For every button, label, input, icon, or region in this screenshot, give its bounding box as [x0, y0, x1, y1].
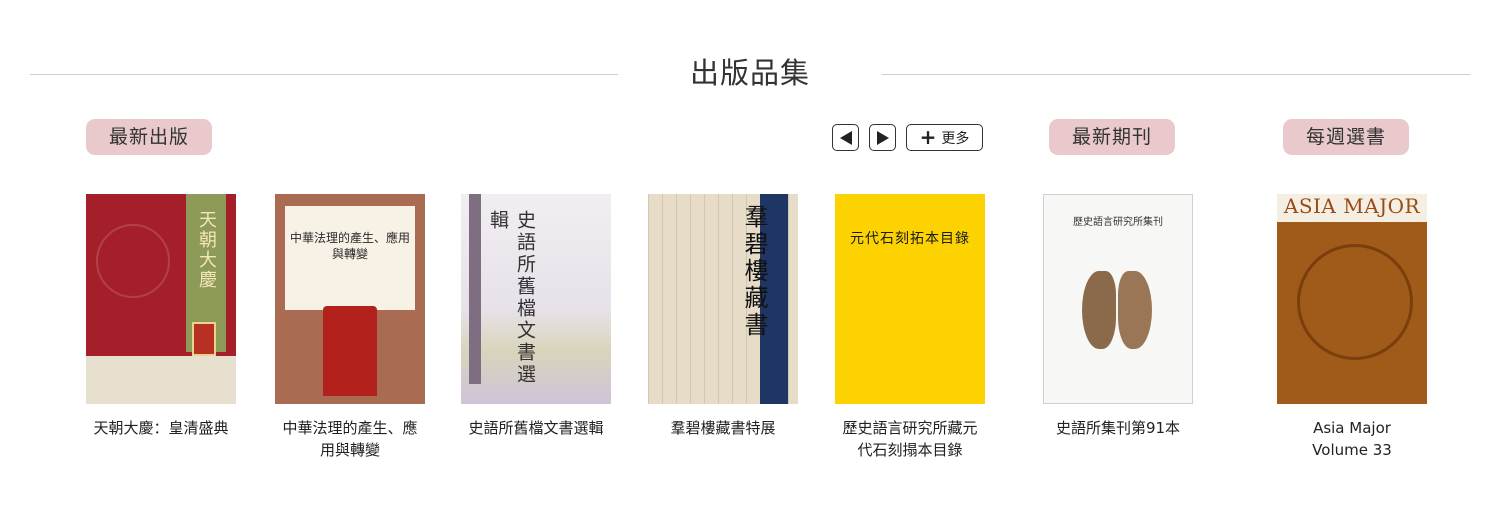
cover-spine: [469, 194, 481, 384]
cover-chair-image: [323, 306, 377, 396]
cover-title: 元代石刻拓本目錄: [850, 231, 970, 247]
book-caption-2[interactable]: 中華法理的產生、應用與轉變: [265, 417, 435, 461]
book-cover-4[interactable]: 羣碧樓藏書: [648, 194, 798, 404]
cover-pattern: [96, 224, 170, 298]
cover-title: 中華法理的產生、應用與轉變: [289, 231, 410, 261]
cover-title: 歷史語言研究所集刊: [1073, 217, 1163, 228]
journal-caption[interactable]: 史語所集刊第91本: [1033, 417, 1203, 439]
prev-button[interactable]: [832, 124, 859, 151]
next-button[interactable]: [869, 124, 896, 151]
plus-icon: +: [919, 124, 937, 149]
oracle-bone-image: [1082, 271, 1116, 349]
book-caption-5[interactable]: 歷史語言研究所藏元代石刻搨本目錄: [825, 417, 995, 461]
book-cover-3[interactable]: 史語所舊檔文書選輯: [461, 194, 611, 404]
book-cover-5[interactable]: 元代石刻拓本目錄: [835, 194, 985, 404]
weekly-pick-tab[interactable]: 每週選書: [1283, 119, 1409, 155]
book-caption-1[interactable]: 天朝大慶：皇清盛典: [76, 417, 246, 439]
book-caption-4[interactable]: 羣碧樓藏書特展: [638, 417, 808, 439]
cover-title: 史語所舊檔文書選輯: [487, 210, 536, 386]
cover-seal: [192, 322, 216, 356]
cover-panel: 中華法理的產生、應用與轉變: [285, 206, 415, 310]
cover-title: ASIA MAJOR: [1283, 194, 1421, 218]
oracle-bone-image: [1118, 271, 1152, 349]
prev-arrow-icon: [839, 130, 852, 145]
more-button[interactable]: + 更多: [906, 124, 983, 151]
journal-cover[interactable]: 歷史語言研究所集刊: [1043, 194, 1193, 404]
divider-left: [30, 74, 618, 75]
weekly-pick-cover[interactable]: ASIA MAJOR: [1277, 194, 1427, 404]
latest-publications-tab[interactable]: 最新出版: [86, 119, 212, 155]
weekly-pick-caption[interactable]: Asia Major Volume 33: [1272, 417, 1432, 461]
book-cover-1[interactable]: 天朝大慶: [86, 194, 236, 404]
section-title: 出版品集: [689, 56, 810, 90]
dragon-illustration: [1297, 244, 1413, 360]
latest-journals-tab[interactable]: 最新期刊: [1049, 119, 1175, 155]
book-caption-3[interactable]: 史語所舊檔文書選輯: [451, 417, 621, 439]
next-arrow-icon: [876, 130, 889, 145]
cover-title: 天朝大慶: [196, 210, 217, 290]
divider-right: [882, 74, 1470, 75]
more-label: 更多: [941, 130, 970, 147]
cover-title: 羣碧樓藏書: [740, 204, 768, 339]
cover-footer: [86, 356, 236, 404]
book-cover-2[interactable]: 中華法理的產生、應用與轉變: [275, 194, 425, 404]
